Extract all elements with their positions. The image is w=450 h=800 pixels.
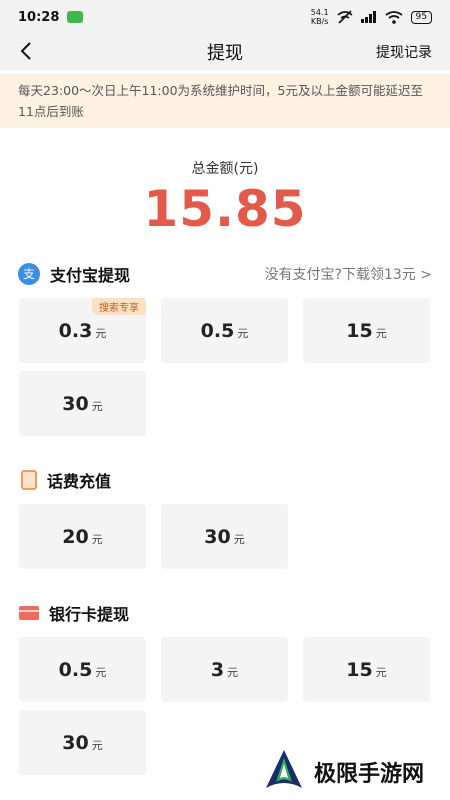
app-header: 提现 提现记录 [0, 34, 450, 70]
alipay-options-grid: 搜索专享 0.3 元 0.5 元 15 元 30 元 [0, 298, 450, 436]
status-bar: 10:28 54.1 KB/s 95 [0, 0, 450, 34]
option-unit: 元 [95, 326, 107, 340]
net-speed-unit: KB/s [310, 17, 329, 26]
option-value: 15 [346, 319, 373, 342]
option-value: 0.5 [200, 319, 235, 342]
phone-options-grid: 20 元 30 元 [0, 504, 450, 569]
watermark-text: 极限手游网 [314, 761, 425, 787]
bank-option-15[interactable]: 15 元 [303, 637, 430, 702]
back-arrow-icon[interactable] [16, 40, 38, 62]
phone-recharge-section-header: 话费充值 [0, 466, 450, 494]
wifi-off-icon [337, 10, 353, 24]
alipay-option-15[interactable]: 15 元 [303, 298, 430, 363]
bank-option-0.5[interactable]: 0.5 元 [19, 637, 146, 702]
site-watermark: 极限手游网 [262, 748, 424, 796]
phone-option-20[interactable]: 20 元 [19, 504, 146, 569]
option-value: 15 [346, 658, 373, 681]
alipay-icon: 支 [18, 263, 40, 285]
option-unit: 元 [95, 665, 107, 679]
phone-option-30[interactable]: 30 元 [161, 504, 288, 569]
bank-option-30[interactable]: 30 元 [19, 710, 146, 775]
page-title: 提现 [207, 43, 243, 64]
status-bar-right: 54.1 KB/s 95 [311, 8, 432, 26]
alipay-option-0.5[interactable]: 0.5 元 [161, 298, 288, 363]
signal-icon [360, 11, 376, 23]
phone-recharge-section-title: 话费充值 [47, 472, 112, 491]
option-unit: 元 [237, 326, 249, 340]
search-exclusive-badge: 搜索专享 [92, 298, 146, 315]
option-value: 0.3 [58, 319, 93, 342]
status-bar-left: 10:28 [18, 9, 84, 25]
total-amount-value: 15.85 [143, 180, 307, 238]
option-unit: 元 [227, 665, 239, 679]
wifi-icon [385, 10, 403, 24]
option-unit: 元 [91, 738, 103, 752]
battery-indicator: 95 [410, 10, 432, 24]
option-value: 3 [210, 658, 225, 681]
phone-icon [21, 470, 37, 490]
option-unit: 元 [375, 665, 387, 679]
watermark-logo-icon [266, 750, 302, 788]
option-unit: 元 [91, 532, 103, 546]
option-unit: 元 [91, 399, 103, 413]
option-unit: 元 [233, 532, 245, 546]
download-alipay-link[interactable]: 没有支付宝?下载领13元 > [265, 264, 432, 284]
net-speed: 54.1 KB/s [311, 8, 329, 26]
option-value: 30 [204, 525, 231, 548]
alipay-option-0.3[interactable]: 搜索专享 0.3 元 [19, 298, 146, 363]
option-value: 30 [62, 731, 89, 754]
bank-card-section-title: 银行卡提现 [49, 605, 130, 624]
option-value: 30 [62, 392, 89, 415]
bank-card-section-header: 银行卡提现 [0, 599, 450, 627]
withdraw-records-link[interactable]: 提现记录 [376, 42, 432, 62]
alipay-section-title: 支付宝提现 [50, 266, 131, 285]
option-unit: 元 [375, 326, 387, 340]
maintenance-notice: 每天23:00～次日上午11:00为系统维护时间，5元及以上金额可能延迟至11点… [0, 74, 450, 128]
net-speed-value: 54.1 [310, 8, 329, 17]
option-value: 0.5 [58, 658, 93, 681]
status-time: 10:28 [18, 9, 60, 25]
bank-card-icon [19, 606, 39, 620]
bank-option-3[interactable]: 3 元 [161, 637, 288, 702]
total-amount-label: 总金额(元) [191, 161, 259, 177]
wechat-notification-icon [67, 11, 84, 23]
alipay-section-header: 支 支付宝提现 没有支付宝?下载领13元 > [0, 260, 450, 288]
option-value: 20 [62, 525, 89, 548]
alipay-option-30[interactable]: 30 元 [19, 371, 146, 436]
